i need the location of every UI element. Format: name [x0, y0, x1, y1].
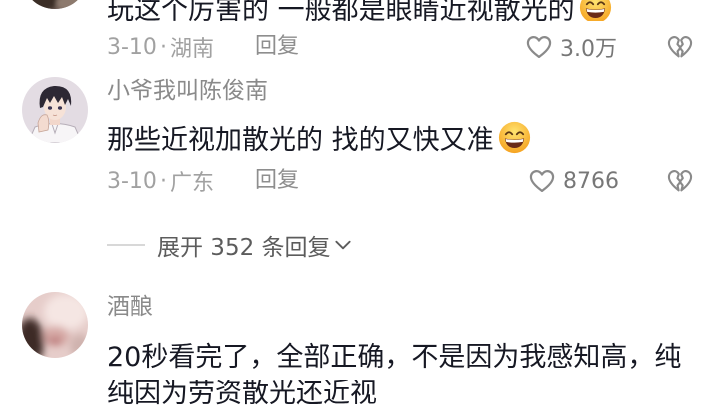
- comment-body: 玩这个厉害的 一般都是眼睛近视散光的: [107, 0, 717, 21]
- comment-meta: 3-10 · 广东: [107, 167, 214, 197]
- meta-separator: ·: [159, 34, 167, 60]
- comment-section: 玩这个厉害的 一般都是眼睛近视散光的 3-10 · 湖南 回复 3.0万 小爷我…: [0, 0, 720, 405]
- heart-outline-icon: [525, 33, 553, 61]
- grinning-face-emoji-icon: [579, 0, 612, 21]
- meta-separator: ·: [159, 168, 167, 194]
- comment-text-line: 纯因为劳资散光还近视: [107, 380, 377, 405]
- commenter-username[interactable]: 小爷我叫陈俊南: [107, 77, 268, 105]
- broken-heart-icon: [666, 33, 694, 61]
- reply-button[interactable]: 回复: [255, 33, 299, 61]
- comment-body-clip: 玩这个厉害的 一般都是眼睛近视散光的: [0, 0, 720, 21]
- expand-replies-button[interactable]: 展开 352 条回复: [157, 231, 353, 261]
- like-count: 3.0万: [560, 37, 617, 62]
- chevron-down-icon: [333, 235, 353, 255]
- expand-divider-line: [107, 244, 145, 246]
- like-count: 8766: [563, 168, 619, 194]
- comment-location: 广东: [169, 171, 214, 196]
- commenter-avatar[interactable]: [22, 77, 88, 143]
- dislike-button[interactable]: [666, 33, 694, 61]
- commenter-username[interactable]: 酒酿: [107, 293, 153, 321]
- comment-text: 那些近视加散光的 找的又快又准: [107, 124, 494, 156]
- like-button[interactable]: 8766: [528, 167, 619, 195]
- broken-heart-icon: [666, 167, 694, 195]
- dislike-button[interactable]: [666, 167, 694, 195]
- comment-body: 那些近视加散光的 找的又快又准: [107, 118, 717, 156]
- comment-text: 玩这个厉害的 一般都是眼睛近视散光的: [107, 0, 575, 21]
- like-button[interactable]: 3.0万: [525, 33, 617, 62]
- comment-date: 3-10: [107, 168, 157, 194]
- expand-replies-label: 展开 352 条回复: [157, 235, 331, 261]
- comment-text-line: 20秒看完了，全部正确，不是因为我感知高，纯: [107, 341, 682, 373]
- reply-button[interactable]: 回复: [255, 167, 299, 195]
- heart-outline-icon: [528, 167, 556, 195]
- comment-location: 湖南: [169, 37, 214, 62]
- grinning-face-emoji-icon: [498, 121, 531, 154]
- comment-date: 3-10: [107, 34, 157, 60]
- comment-meta: 3-10 · 湖南: [107, 33, 214, 63]
- commenter-avatar[interactable]: [22, 292, 88, 358]
